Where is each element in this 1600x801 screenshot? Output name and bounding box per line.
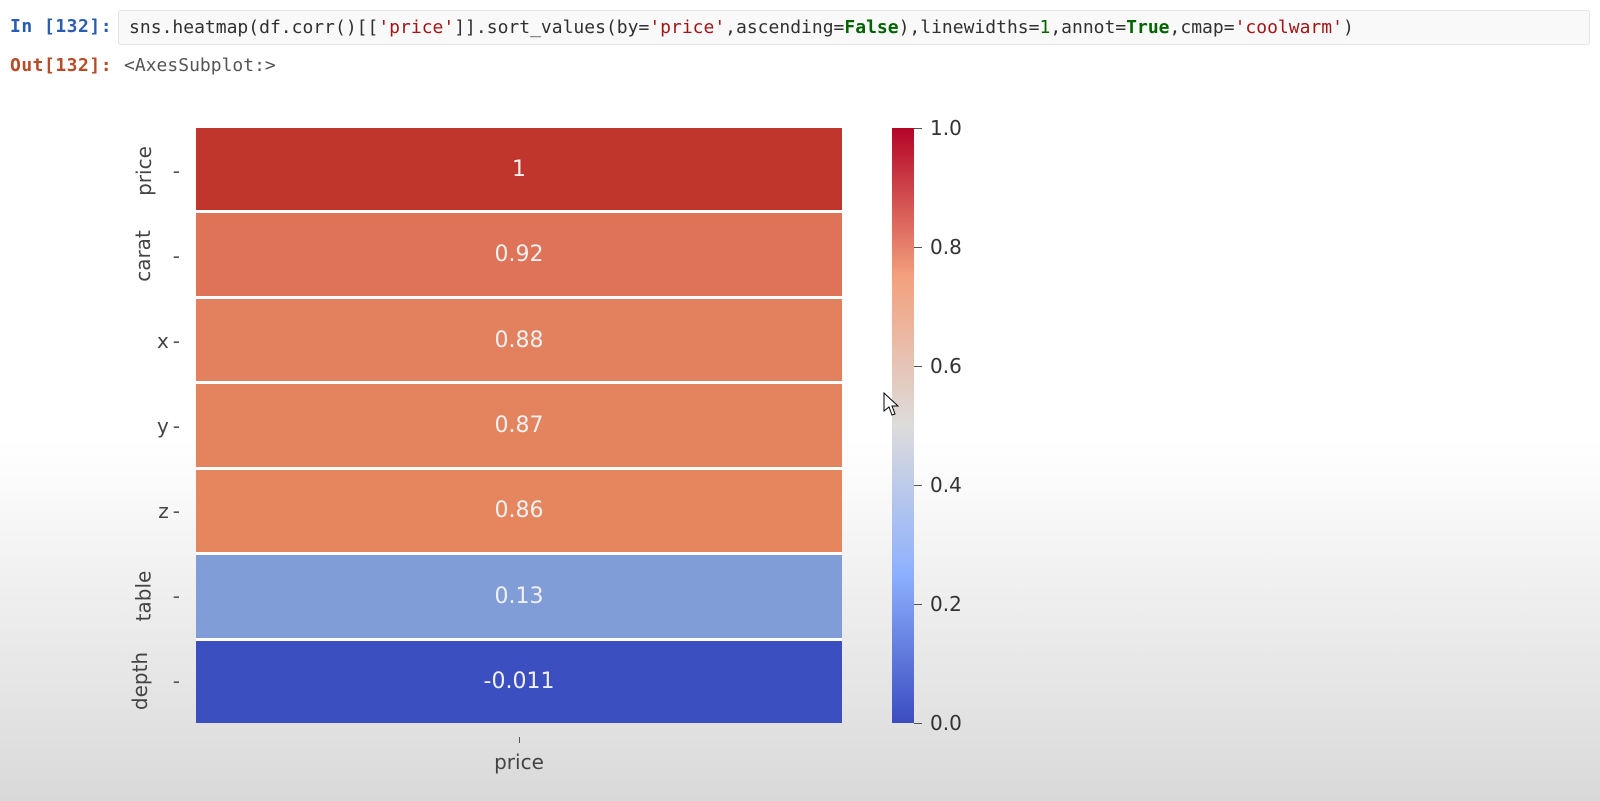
code-token: ,ascending=: [725, 17, 844, 38]
code-token: 'price': [378, 17, 454, 38]
code-token: ()[[: [335, 17, 378, 38]
x-axis-label: price: [494, 750, 544, 774]
heatmap-cell-table: 0.13: [196, 552, 842, 637]
colorbar-gradient: [892, 128, 914, 723]
code-token: True: [1126, 17, 1169, 38]
code-token: .: [476, 17, 487, 38]
y-tick-labels: price-carat-x-y-z-table-depth-: [120, 128, 190, 723]
colorbar-tick: 0.4: [914, 473, 962, 497]
input-prompt: In [132]:: [10, 10, 118, 43]
code-token: 1: [1039, 17, 1050, 38]
y-tick-carat: carat-: [120, 213, 190, 298]
heatmap-annotation: 1: [512, 157, 526, 182]
y-tick-x: x-: [120, 298, 190, 383]
heatmap-cell-price: 1: [196, 128, 842, 210]
heatmap-plot: price-carat-x-y-z-table-depth- 1 0.92 0.88…: [120, 112, 1120, 752]
heatmap-annotation: 0.88: [495, 328, 544, 353]
output-repr: <AxesSubplot:>: [118, 49, 276, 82]
cursor-icon: [883, 392, 901, 418]
colorbar-tick: 0.0: [914, 711, 962, 735]
y-tick-z: z-: [120, 468, 190, 553]
code-token: sns: [129, 17, 162, 38]
colorbar-tick: 0.2: [914, 592, 962, 616]
heatmap-cell-z: 0.86: [196, 467, 842, 552]
colorbar: 0.00.20.40.60.81.0: [892, 128, 914, 723]
code-token: False: [844, 17, 898, 38]
code-token: ): [1343, 17, 1354, 38]
colorbar-tick: 0.8: [914, 235, 962, 259]
output-prompt: Out[132]:: [10, 49, 118, 82]
heatmap-cell-y: 0.87: [196, 381, 842, 466]
code-token: ]]: [454, 17, 476, 38]
y-tick-y: y-: [120, 383, 190, 468]
code-token: .: [281, 17, 292, 38]
code-cell[interactable]: sns.heatmap(df.corr()[['price']].sort_va…: [118, 10, 1590, 45]
heatmap-cell-carat: 0.92: [196, 210, 842, 295]
colorbar-tick: 0.6: [914, 354, 962, 378]
code-token: .: [162, 17, 173, 38]
code-token: heatmap: [172, 17, 248, 38]
code-token: ,cmap=: [1170, 17, 1235, 38]
y-tick-price: price-: [120, 128, 190, 213]
heatmap-annotation: -0.011: [484, 669, 555, 694]
code-token: ),linewidths=: [899, 17, 1040, 38]
heatmap-annotation: 0.87: [495, 413, 544, 438]
heatmap-cell-depth: -0.011: [196, 638, 842, 723]
code-token: (by=: [606, 17, 649, 38]
colorbar-tick: 1.0: [914, 116, 962, 140]
colorbar-ticks: 0.00.20.40.60.81.0: [914, 128, 984, 723]
heatmap-cell-x: 0.88: [196, 296, 842, 381]
code-token: (df: [248, 17, 281, 38]
code-token: corr: [292, 17, 335, 38]
code-token: sort_values: [487, 17, 606, 38]
notebook-input-row: In [132]: sns.heatmap(df.corr()[['price'…: [0, 0, 1600, 45]
heatmap-cells: 1 0.92 0.88 0.87 0.86 0.13 -0.011: [196, 128, 842, 723]
heatmap-annotation: 0.92: [495, 242, 544, 267]
heatmap-annotation: 0.86: [495, 498, 544, 523]
code-token: ,annot=: [1050, 17, 1126, 38]
notebook-output-row: Out[132]: <AxesSubplot:>: [0, 45, 1600, 82]
code-token: 'price': [649, 17, 725, 38]
code-token: 'coolwarm': [1235, 17, 1343, 38]
heatmap-annotation: 0.13: [495, 584, 544, 609]
x-axis: price: [196, 726, 842, 774]
x-tick-mark: [519, 737, 520, 743]
y-tick-depth: depth-: [120, 638, 190, 723]
y-tick-table: table-: [120, 553, 190, 638]
